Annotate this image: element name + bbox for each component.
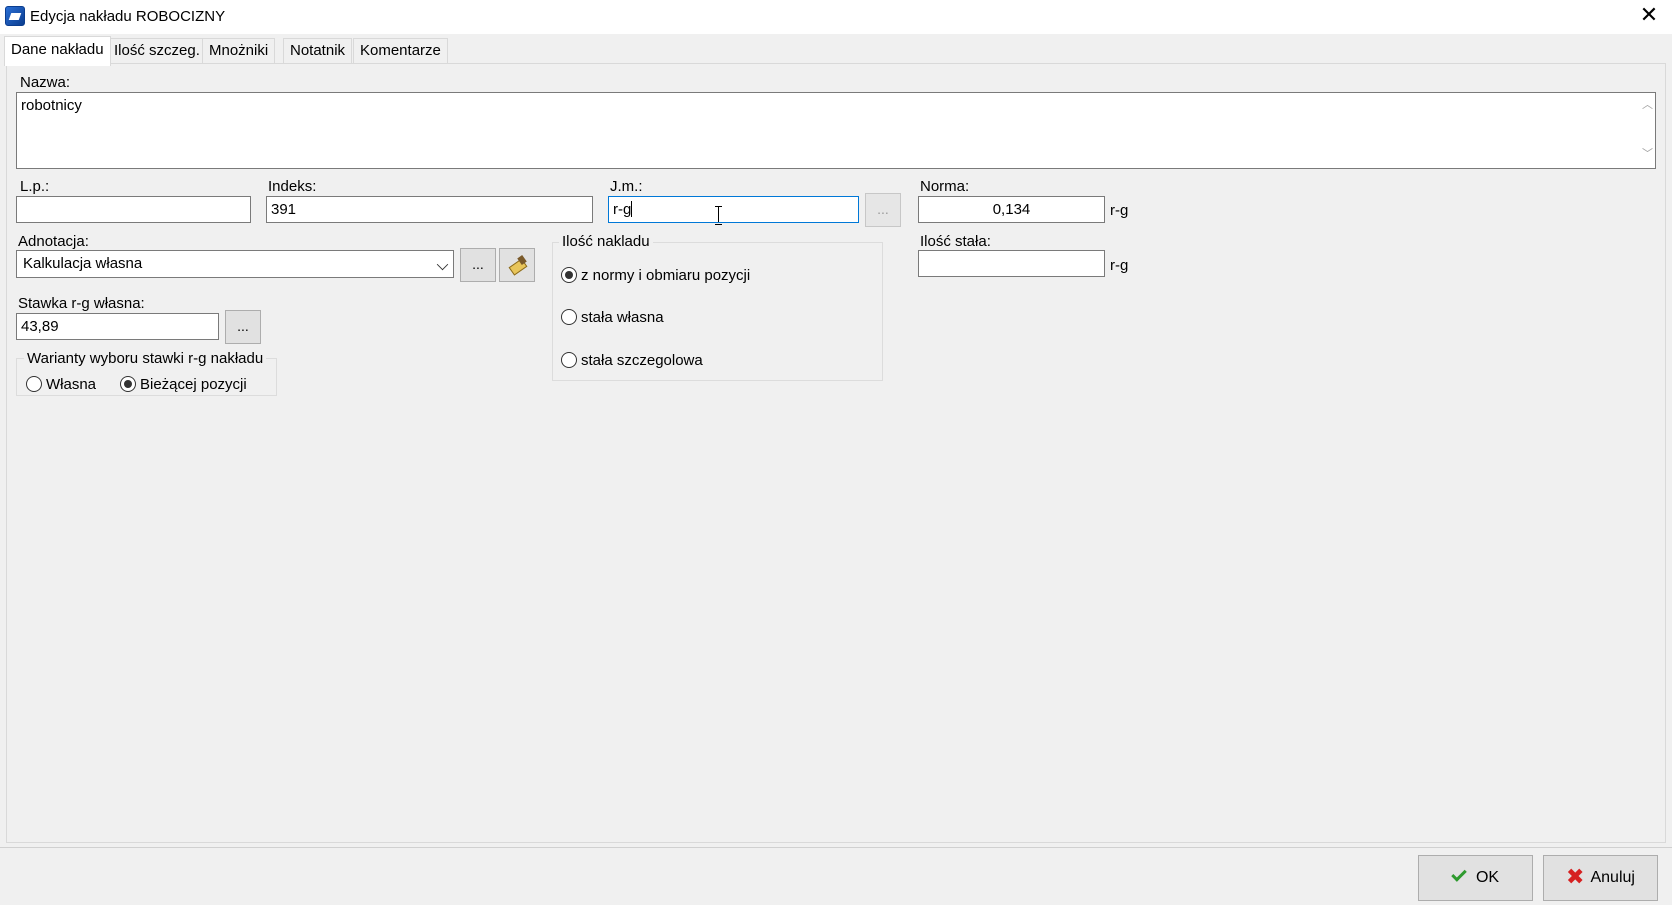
check-icon — [1451, 866, 1467, 882]
tab-mnozniki[interactable]: Mnożniki — [202, 38, 276, 64]
lp-label: L.p.: — [20, 178, 50, 195]
warianty-title: Warianty wyboru stawki r-g nakładu — [24, 350, 267, 367]
tab-notatnik[interactable]: Notatnik — [283, 38, 353, 64]
adnotacja-browse-button[interactable]: ... — [460, 248, 496, 282]
radio-biezacej-pozycji-label[interactable]: Bieżącej pozycji — [140, 376, 247, 393]
stawka-browse-button[interactable]: ... — [225, 310, 261, 344]
tab-panel — [6, 63, 1666, 843]
radio-wlasna-label[interactable]: Własna — [46, 376, 96, 393]
adnotacja-label: Adnotacja: — [18, 233, 89, 250]
norma-label: Norma: — [920, 178, 970, 195]
indeks-input[interactable]: 391 — [266, 196, 593, 223]
radio-z-normy-label[interactable]: z normy i obmiaru pozycji — [581, 267, 750, 284]
stawka-input[interactable]: 43,89 — [16, 313, 219, 340]
scroll-up-icon[interactable]: ︿ — [1642, 100, 1653, 111]
scroll-down-icon[interactable]: ﹀ — [1642, 149, 1653, 160]
window-title: Edycja nakładu ROBOCIZNY — [30, 8, 226, 25]
ok-label: OK — [1475, 869, 1500, 886]
jm-input[interactable]: r-g — [608, 196, 859, 223]
eraser-icon — [508, 256, 526, 274]
tab-ilosc-szczeg[interactable]: Ilość szczeg. — [107, 38, 207, 64]
cancel-button[interactable]: ✖ Anuluj — [1543, 855, 1658, 901]
jm-label: J.m.: — [610, 178, 643, 195]
ok-button[interactable]: OK — [1418, 855, 1533, 901]
nazwa-textarea[interactable]: robotnicy ︿ ﹀ — [16, 92, 1656, 169]
ilosc-stala-unit: r-g — [1110, 257, 1129, 274]
text-caret — [631, 201, 633, 217]
norma-input[interactable]: 0,134 — [918, 196, 1105, 223]
stawka-label: Stawka r-g własna: — [18, 295, 145, 312]
ilosc-stala-input[interactable] — [918, 250, 1105, 277]
tab-komentarze[interactable]: Komentarze — [353, 38, 448, 64]
ilosc-nakladu-title: Ilość nakladu — [559, 233, 653, 250]
nazwa-label: Nazwa: — [20, 74, 71, 91]
jm-browse-button[interactable]: ... — [865, 193, 901, 227]
adnotacja-value: Kalkulacja własna — [23, 255, 143, 272]
radio-z-normy[interactable] — [561, 267, 577, 283]
nazwa-scrollbar[interactable]: ︿ ﹀ — [1638, 93, 1655, 168]
title-bar: Edycja nakładu ROBOCIZNY ✕ — [0, 0, 1672, 34]
jm-value: r-g — [613, 201, 632, 218]
tab-dane-nakladu[interactable]: Dane nakładu — [4, 36, 111, 66]
app-icon — [5, 6, 25, 26]
close-button[interactable]: ✕ — [1626, 0, 1672, 34]
lp-input[interactable] — [16, 196, 251, 223]
norma-unit: r-g — [1110, 202, 1129, 219]
radio-stala-wlasna[interactable] — [561, 309, 577, 325]
indeks-label: Indeks: — [268, 178, 317, 195]
dialog-footer: OK ✖ Anuluj — [0, 847, 1672, 905]
radio-wlasna[interactable] — [26, 376, 42, 392]
clear-button[interactable] — [499, 248, 535, 282]
nazwa-value: robotnicy — [21, 97, 82, 114]
ibeam-cursor-icon — [715, 206, 722, 225]
cancel-label: Anuluj — [1590, 869, 1635, 886]
radio-stala-szczegolowa-label[interactable]: stała szczegolowa — [581, 352, 703, 369]
x-icon: ✖ — [1566, 865, 1585, 890]
chevron-down-icon — [436, 258, 449, 271]
radio-biezacej-pozycji[interactable] — [120, 376, 136, 392]
radio-stala-wlasna-label[interactable]: stała własna — [581, 309, 664, 326]
radio-stala-szczegolowa[interactable] — [561, 352, 577, 368]
adnotacja-select[interactable]: Kalkulacja własna — [16, 250, 454, 278]
ilosc-stala-label: Ilość stała: — [920, 233, 991, 250]
